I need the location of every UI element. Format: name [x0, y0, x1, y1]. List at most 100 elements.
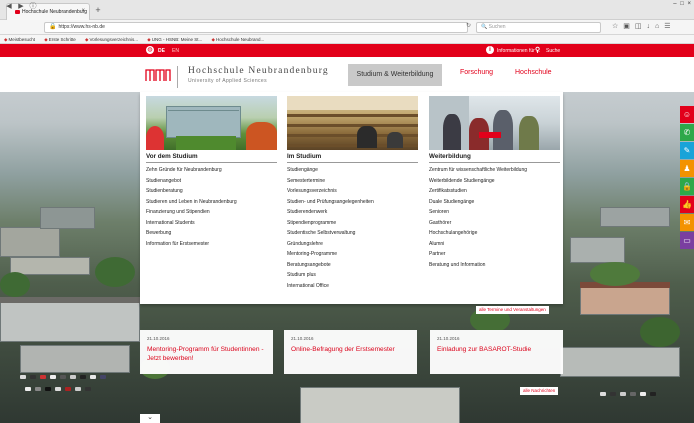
site-top-bar — [0, 44, 694, 57]
reload-icon[interactable]: ↻ — [466, 22, 471, 29]
menu-list: Zentrum für wissenschaftliche Weiterbild… — [429, 165, 560, 270]
bookmark-icon: ◆ — [85, 37, 89, 42]
students-group-photo — [429, 96, 560, 150]
news-card[interactable]: 21.10.2016 Online-Befragung der Erstseme… — [284, 330, 417, 374]
menu-item[interactable]: Studienangebot — [146, 176, 277, 187]
menu-item[interactable]: Alumni — [429, 239, 560, 250]
lock-icon[interactable]: 🔒 — [680, 178, 694, 195]
nav-studium-weiterbildung[interactable]: Studium & Weiterbildung — [348, 64, 442, 86]
tab-close-icon[interactable]: × — [81, 8, 85, 14]
lecture-hall-photo — [287, 96, 418, 150]
nav-hochschule[interactable]: Hochschule — [515, 69, 552, 76]
bookmark-icon: ◆ — [44, 37, 48, 42]
menu-item[interactable]: Semestertermine — [287, 176, 418, 187]
university-logo-icon[interactable] — [145, 68, 171, 82]
column-heading[interactable]: Vor dem Studium — [146, 153, 277, 163]
menu-item[interactable]: Zentrum für wissenschaftliche Weiterbild… — [429, 165, 560, 176]
new-tab-button[interactable]: + — [93, 6, 103, 16]
bookmark-icon: ◆ — [4, 37, 8, 42]
phone-icon[interactable]: ✆ — [680, 124, 694, 141]
menu-item[interactable]: Zertifikatsstudien — [429, 186, 560, 197]
nav-forschung[interactable]: Forschung — [460, 69, 493, 76]
menu-column-im-studium: Im Studium Studiengänge Semestertermine … — [287, 96, 418, 291]
info-for-link[interactable]: Informationen für ... — [497, 48, 540, 54]
bookmark-item[interactable]: ◆Vorlesungsverzeichnis... — [85, 37, 138, 42]
menu-item[interactable]: Beratung und Information — [429, 260, 560, 271]
menu-item[interactable]: Studien- und Prüfungsangelegenheiten — [287, 197, 418, 208]
column-heading[interactable]: Im Studium — [287, 153, 418, 163]
browser-tab-bar — [0, 0, 694, 20]
menu-item[interactable]: Studiengänge — [287, 165, 418, 176]
chevron-down-icon[interactable]: ⌄ — [140, 414, 160, 423]
language-de-link[interactable]: DE — [158, 48, 165, 54]
menu-item[interactable]: Stipendienprogramme — [287, 218, 418, 229]
menu-item[interactable]: Studentische Selbstverwaltung — [287, 228, 418, 239]
window-controls[interactable]: – □ × — [673, 1, 692, 7]
all-events-link[interactable]: alle Termine und Veranstaltungen — [476, 306, 549, 314]
people-icon[interactable]: ☺ — [680, 106, 694, 123]
globe-icon: ◍ — [146, 46, 154, 54]
menu-item[interactable]: International Office — [287, 281, 418, 292]
search-link[interactable]: Suche — [546, 48, 560, 54]
bookmark-item[interactable]: ◆UNG - HSNB: Meine St... — [147, 37, 202, 42]
mail-icon[interactable]: ✉ — [680, 214, 694, 231]
menu-item[interactable]: Mentoring-Programme — [287, 249, 418, 260]
news-card[interactable]: 21.10.2016 Einladung zur BASAROT-Studie — [430, 330, 563, 374]
browser-search-input[interactable]: 🔍 Suchen — [476, 22, 601, 33]
menu-item[interactable]: International Students — [146, 218, 277, 229]
menu-item[interactable]: Senioren — [429, 207, 560, 218]
menu-item[interactable]: Gasthörer — [429, 218, 560, 229]
search-icon[interactable]: ⚲ — [535, 46, 540, 54]
edit-icon[interactable]: ✎ — [680, 142, 694, 159]
menu-item[interactable]: Studium plus — [287, 270, 418, 281]
bookmark-icon: ◆ — [147, 37, 151, 42]
column-heading[interactable]: Weiterbildung — [429, 153, 560, 163]
back-arrow-icon[interactable]: ◀ — [4, 2, 14, 12]
menu-item[interactable]: Finanzierung und Stipendien — [146, 207, 277, 218]
menu-item[interactable]: Duale Studiengänge — [429, 197, 560, 208]
bookmarks-bar: ◆Meistbesucht ◆Erste Schritte ◆Vorlesung… — [0, 35, 694, 44]
news-title[interactable]: Einladung zur BASAROT-Studie — [437, 346, 557, 355]
news-date: 21.10.2016 — [291, 336, 314, 341]
menu-item[interactable]: Hochschulangehörige — [429, 228, 560, 239]
news-date: 21.10.2016 — [437, 336, 460, 341]
menu-column-weiterbildung: Weiterbildung Zentrum für wissenschaftli… — [429, 96, 560, 270]
menu-item[interactable]: Gründungslehre — [287, 239, 418, 250]
menu-item[interactable]: Studienberatung — [146, 186, 277, 197]
menu-item[interactable]: Studieren und Leben in Neubrandenburg — [146, 197, 277, 208]
url-text: https://www.hs-nb.de — [58, 24, 105, 30]
bookmark-icon: ◆ — [211, 37, 215, 42]
bookmark-item[interactable]: ◆Erste Schritte — [44, 37, 75, 42]
menu-item[interactable]: Information für Erstsemester — [146, 239, 277, 250]
logo-divider — [177, 66, 178, 88]
menu-item[interactable]: Beratungsangebote — [287, 260, 418, 271]
lock-icon: 🔒 — [49, 24, 57, 30]
menu-list: Zehn Gründe für Neubrandenburg Studienan… — [146, 165, 277, 249]
all-news-link[interactable]: alle Nachrichten — [520, 387, 559, 395]
bookmark-item[interactable]: ◆Hochschule Neubrand... — [212, 37, 265, 42]
person-icon[interactable]: ♟ — [680, 160, 694, 177]
news-card[interactable]: 21.10.2016 Mentoring-Programm für Studen… — [140, 330, 273, 374]
bookmark-item[interactable]: ◆Meistbesucht — [4, 37, 35, 42]
menu-item[interactable]: Bewerbung — [146, 228, 277, 239]
menu-item[interactable]: Weiterbildende Studiengänge — [429, 176, 560, 187]
university-name[interactable]: Hochschule Neubrandenburg — [188, 66, 329, 76]
greenhouse-photo — [146, 96, 277, 150]
menu-list: Studiengänge Semestertermine Vorlesungsv… — [287, 165, 418, 291]
info-icon: i — [486, 46, 494, 54]
menu-item[interactable]: Studierendenwerk — [287, 207, 418, 218]
address-bar[interactable]: 🔒 https://www.hs-nb.de — [44, 22, 468, 33]
site-header — [0, 57, 694, 92]
info-circle-icon[interactable]: ⓘ — [28, 2, 38, 12]
news-title[interactable]: Mentoring-Programm für Studentinnen - Je… — [147, 346, 267, 363]
forward-arrow-icon[interactable]: ▶ — [16, 2, 26, 12]
screen-icon[interactable]: ▭ — [680, 232, 694, 249]
toolbar-icons[interactable]: ☆▣◫↓⌂☰ — [612, 22, 676, 30]
menu-item[interactable]: Partner — [429, 249, 560, 260]
menu-item[interactable]: Vorlesungsverzeichnis — [287, 186, 418, 197]
menu-item[interactable]: Zehn Gründe für Neubrandenburg — [146, 165, 277, 176]
news-title[interactable]: Online-Befragung der Erstsemester — [291, 346, 411, 355]
university-subtitle: University of Applied Sciences — [188, 78, 267, 84]
language-en-link[interactable]: EN — [172, 48, 179, 54]
thumbs-up-icon[interactable]: 👍 — [680, 196, 694, 213]
